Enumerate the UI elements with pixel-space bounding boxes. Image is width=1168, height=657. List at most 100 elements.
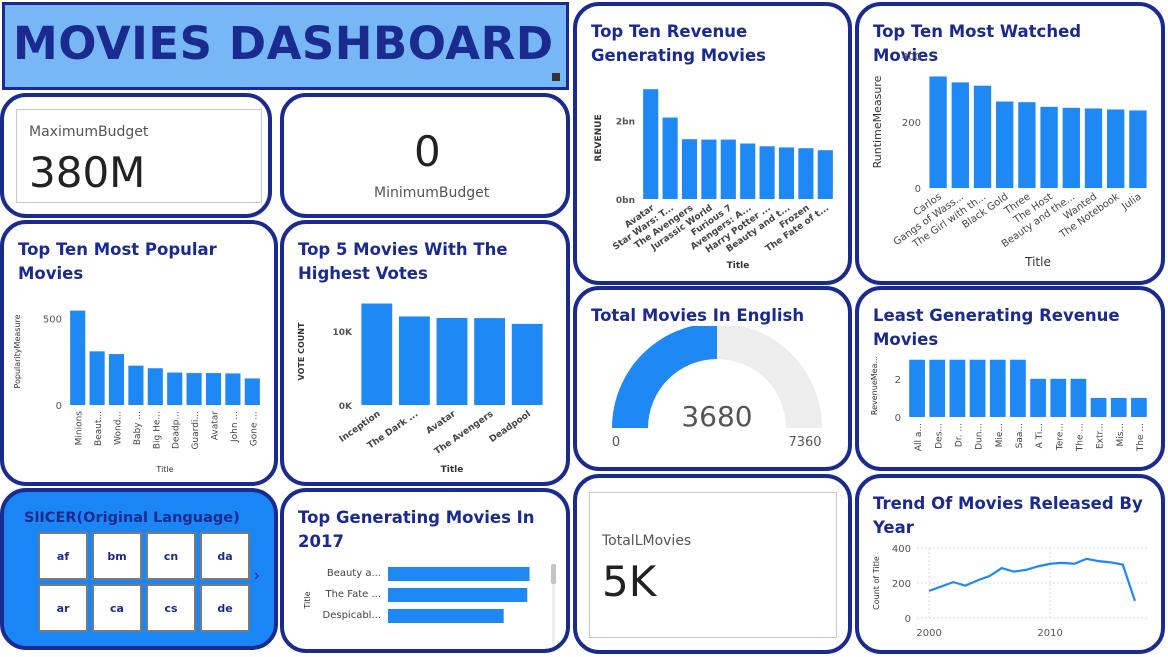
y-tick-label: 400 xyxy=(902,52,921,63)
bar xyxy=(244,378,260,405)
slicer-option-af[interactable]: af xyxy=(38,532,88,580)
total-movies-value: 5K xyxy=(602,557,657,606)
bar xyxy=(1107,109,1125,188)
x-tick-label: 2010 xyxy=(1037,628,1062,639)
bar xyxy=(1062,107,1080,188)
bar xyxy=(969,359,986,417)
max-budget-card: MaximumBudget 380M xyxy=(0,93,272,218)
x-tick-label: Baby ... xyxy=(133,411,143,445)
series-line xyxy=(928,557,1136,602)
slicer-option-cn[interactable]: cn xyxy=(146,532,196,580)
bar xyxy=(1050,378,1067,417)
bar xyxy=(643,89,659,199)
least-revenue-card: Least Generating Revenue Movies 0 2 All a.… xyxy=(855,286,1165,471)
slicer-option-de[interactable]: de xyxy=(200,584,250,632)
total-movies-label: TotalLMovies xyxy=(602,533,692,549)
slicer-option-cs[interactable]: cs xyxy=(146,584,196,632)
bar xyxy=(1131,397,1147,417)
slicer-option-da[interactable]: da xyxy=(200,532,250,580)
x-tick-label: Julia xyxy=(1119,191,1143,213)
x-tick-label: Mie... xyxy=(995,423,1005,447)
bar xyxy=(778,147,795,199)
slicer-option-ar[interactable]: ar xyxy=(38,584,88,632)
x-tick-label: All a... xyxy=(914,423,924,451)
revenue-chart: 0bn2bnAvatarStar Wars: T...The AvengersJ… xyxy=(594,89,833,271)
bar xyxy=(1018,102,1036,188)
y-tick-label: 10K xyxy=(333,328,354,338)
popular-card: Top Ten Most Popular Movies 0 500 Minions B… xyxy=(0,220,278,486)
bar xyxy=(70,310,86,405)
max-budget-label: MaximumBudget xyxy=(29,124,149,140)
y-axis-label: RevenueMea... xyxy=(870,356,879,415)
bar xyxy=(436,317,468,405)
bar xyxy=(108,354,125,405)
bar xyxy=(205,373,222,405)
y-axis-label: VOTE COUNT xyxy=(297,322,306,380)
bar xyxy=(1129,110,1147,188)
x-tick-label: Beaut... xyxy=(94,411,104,446)
bar xyxy=(817,150,833,199)
x-axis-label: Title xyxy=(155,465,173,474)
min-budget-card: 0 MinimumBudget xyxy=(280,93,570,218)
bar xyxy=(474,318,506,405)
watched-card: Top Ten Most Watched Movies 0 200 400 Carlo… xyxy=(855,2,1165,285)
y-tick-label: 0 xyxy=(905,614,911,625)
bar xyxy=(89,351,105,405)
scrollbar-thumb xyxy=(551,564,556,584)
x-tick-label: Avatar xyxy=(211,411,221,441)
bar xyxy=(740,143,756,199)
x-tick-label: Deadp... xyxy=(172,411,182,449)
votes-title: Top 5 Movies With The Highest Votes xyxy=(298,240,508,283)
bar xyxy=(929,76,947,188)
dashboard-canvas: MOVIES DASHBOARD MaximumBudget 380M 0 Mi… xyxy=(0,0,1168,657)
y-tick-label: The Fate ... xyxy=(324,589,381,600)
x-tick-label: Des... xyxy=(934,423,944,449)
x-axis-label: Title xyxy=(727,261,750,271)
bar xyxy=(186,373,202,405)
x-tick-label: Tere... xyxy=(1055,423,1065,451)
bar xyxy=(949,359,966,417)
x-axis-label: Title xyxy=(1024,255,1051,269)
x-tick-label: John ... xyxy=(230,411,240,443)
x-tick-label: The ... xyxy=(1075,423,1085,452)
top-2017-chart: Beauty a... The Fate ... Despicabl... Title xyxy=(303,564,556,648)
bar xyxy=(388,588,528,602)
bar xyxy=(147,368,163,405)
slicer-option-bm[interactable]: bm xyxy=(92,532,142,580)
bar xyxy=(1040,106,1058,188)
x-tick-label: Extr... xyxy=(1096,423,1106,449)
resize-handle-icon[interactable] xyxy=(552,73,560,81)
votes-chart: 0K10KInceptionThe Dark ... AvatarThe Aven… xyxy=(297,303,543,475)
y-axis-label: Title xyxy=(303,591,312,609)
revenue-card: Top Ten Revenue Generating Movies 0bn 2bn… xyxy=(573,2,852,285)
bar xyxy=(511,323,543,405)
x-tick-label: Avatar xyxy=(425,409,459,437)
english-gauge: 3680 0 7360 xyxy=(612,326,822,450)
y-tick-label: Despicabl... xyxy=(323,610,381,621)
y-tick-label: 0bn xyxy=(616,196,635,206)
watched-chart: 0200400CarlosGangs of Wass...The Girl wi… xyxy=(871,52,1147,269)
bar xyxy=(951,82,969,188)
gauge-title: Total Movies In English xyxy=(591,306,805,325)
bar xyxy=(398,316,430,405)
bar xyxy=(662,117,678,199)
x-tick-label: Guardi... xyxy=(191,411,201,450)
gauge-max-label: 7360 xyxy=(788,435,821,450)
x-tick-label: Gone ... xyxy=(249,411,259,446)
bar xyxy=(388,609,504,623)
bar xyxy=(701,139,717,199)
x-tick-label: Dun... xyxy=(975,423,985,450)
gauge-value-label: 3680 xyxy=(681,400,752,433)
slicer-option-ca[interactable]: ca xyxy=(92,584,142,632)
y-axis-label: Count of Title xyxy=(872,556,881,610)
y-tick-label: Beauty a... xyxy=(327,568,381,579)
popular-title: Top Ten Most Popular Movies xyxy=(18,240,217,283)
bar xyxy=(1070,378,1087,417)
total-movies-box: TotalLMovies 5K xyxy=(589,492,837,638)
bar xyxy=(225,373,241,405)
chevron-right-icon[interactable]: › xyxy=(254,567,259,585)
bar xyxy=(759,146,775,199)
bar xyxy=(798,148,814,199)
bar xyxy=(973,85,992,188)
trend-title: Trend Of Movies Released By Year xyxy=(873,494,1143,537)
